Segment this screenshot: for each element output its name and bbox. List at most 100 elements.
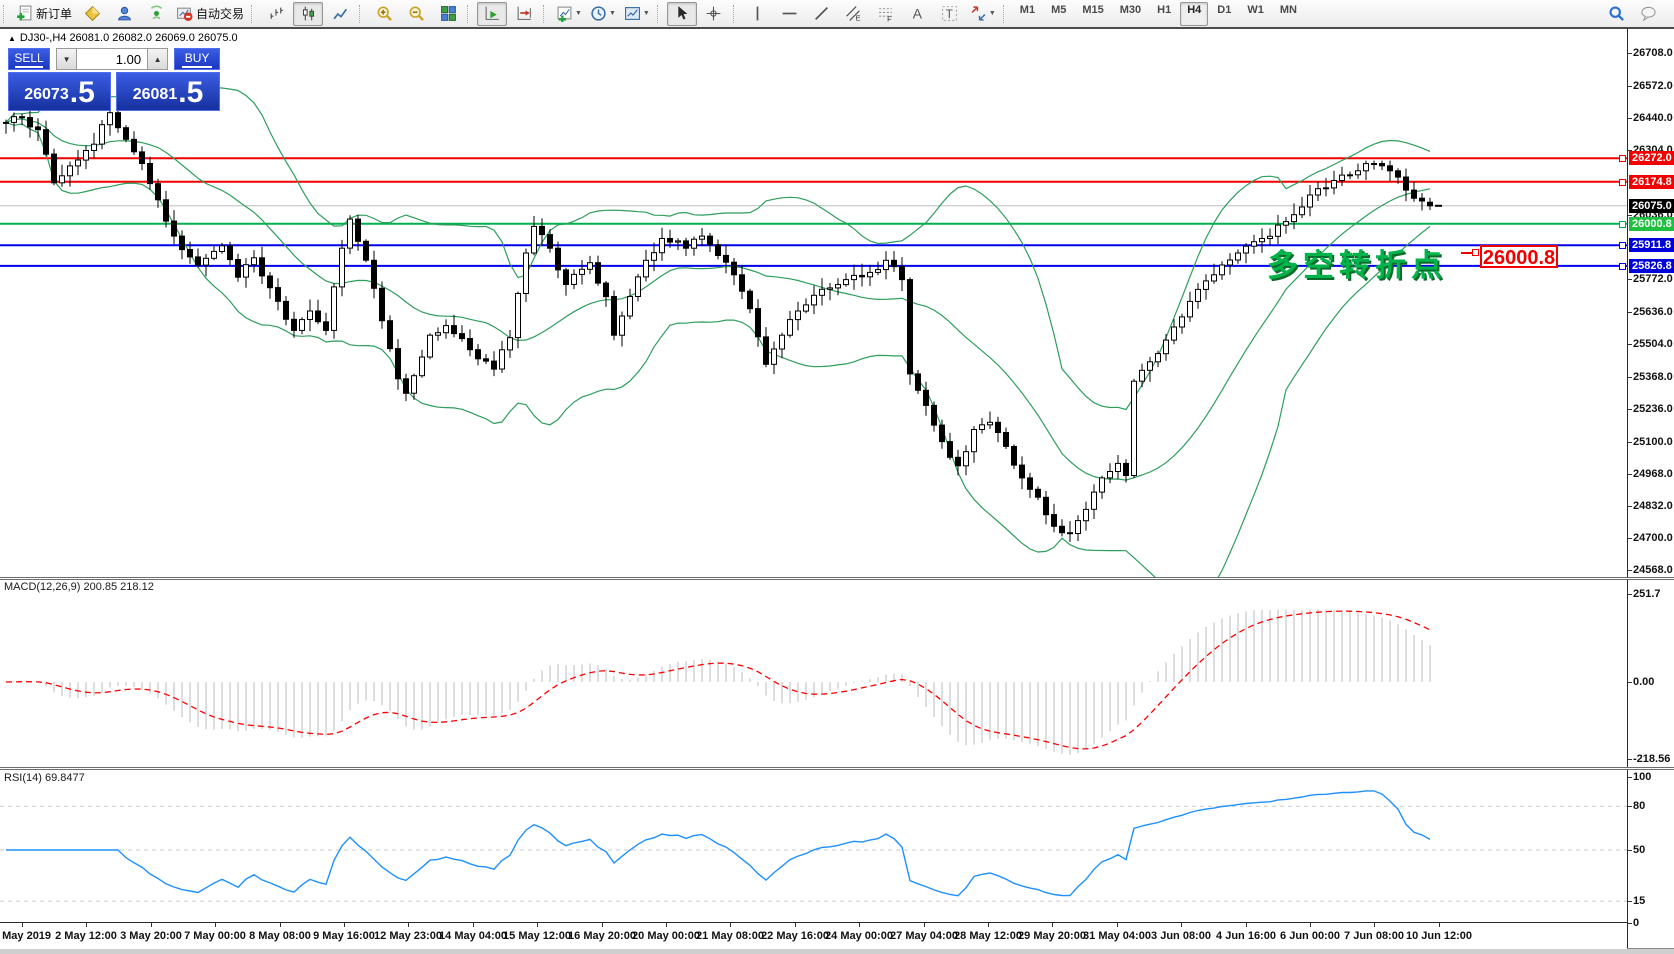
axis-tick — [1628, 901, 1632, 902]
timeframe-w1-button[interactable]: W1 — [1240, 2, 1271, 26]
chevron-down-icon[interactable]: ▼ — [575, 10, 582, 17]
price-axis-label: 25236.0 — [1633, 403, 1673, 415]
timeframe-m15-button[interactable]: M15 — [1075, 2, 1110, 26]
sell-button[interactable]: SELL — [8, 48, 50, 70]
time-axis-label: 12 May 23:00 — [374, 930, 442, 942]
price-callout-box[interactable]: 26000.8 — [1480, 245, 1558, 268]
new-order-button[interactable]: 新订单 — [13, 2, 75, 26]
timeframe-m5-button[interactable]: M5 — [1044, 2, 1073, 26]
line-anchor-square[interactable] — [1619, 242, 1626, 249]
chart-window: ▲DJ30-,H4 26081.0 26082.0 26069.0 26075.… — [0, 29, 1674, 953]
indicators-button[interactable]: ▼ — [553, 2, 585, 26]
chinese-note-annotation[interactable]: 多空转折点 — [1267, 240, 1447, 285]
timeframe-h4-button[interactable]: H4 — [1180, 2, 1208, 26]
timeframe-m1-button[interactable]: M1 — [1013, 2, 1042, 26]
price-tag: 26174.8 — [1629, 175, 1674, 189]
price-axis-label: 25636.0 — [1633, 306, 1673, 318]
axis-tick — [1628, 806, 1632, 807]
main-chart-plot[interactable] — [0, 29, 1627, 578]
chat-button[interactable] — [1633, 2, 1663, 26]
axis-tick — [1628, 759, 1632, 760]
chevron-down-icon[interactable]: ▼ — [609, 10, 616, 17]
vertical-line-button[interactable] — [743, 2, 773, 26]
zoom-out-icon — [408, 5, 425, 22]
search-icon — [1608, 5, 1625, 22]
indicators-icon — [556, 5, 573, 22]
buy-price[interactable]: 26081.5 — [116, 72, 220, 111]
time-axis-label: 3 Jun 08:00 — [1151, 930, 1211, 942]
chevron-down-icon[interactable]: ▼ — [989, 10, 996, 17]
price-tag: 26000.8 — [1629, 217, 1674, 231]
axis-tick — [1628, 594, 1632, 595]
macd-plot[interactable] — [0, 578, 1627, 768]
fibonacci-button[interactable]: F — [871, 2, 901, 26]
axis-tick — [1628, 377, 1632, 378]
axis-tick — [1628, 506, 1632, 507]
tile-windows-button[interactable] — [433, 2, 463, 26]
line-anchor-square[interactable] — [1619, 179, 1626, 186]
trendline-button[interactable] — [807, 2, 837, 26]
auto-scroll-button[interactable] — [477, 2, 507, 26]
line-anchor-square[interactable] — [1619, 263, 1626, 270]
chart-shift-button[interactable] — [509, 2, 539, 26]
svg-text:F: F — [887, 14, 892, 22]
time-axis-label: 8 May 08:00 — [249, 930, 311, 942]
periods-button[interactable]: ▼ — [587, 2, 619, 26]
collapse-arrow-icon[interactable]: ▲ — [8, 34, 16, 43]
metaeditor-button[interactable] — [77, 2, 107, 26]
auto-trading-button[interactable]: 自动交易 — [173, 2, 247, 26]
templates-button[interactable]: ▼ — [621, 2, 653, 26]
timeframe-m30-button[interactable]: M30 — [1113, 2, 1148, 26]
price-axis-label: 24700.0 — [1633, 532, 1673, 544]
text-icon: A — [909, 5, 926, 22]
chevron-down-icon[interactable]: ▼ — [643, 10, 650, 17]
volume-decrease-button[interactable]: ▼ — [56, 48, 77, 70]
chat-icon — [1640, 5, 1657, 22]
time-axis-tick — [1374, 923, 1375, 927]
signals-button[interactable] — [141, 2, 171, 26]
line-anchor-square[interactable] — [1619, 155, 1626, 162]
crosshair-button[interactable] — [699, 2, 729, 26]
volume-input[interactable] — [77, 48, 147, 70]
periods-icon — [590, 5, 607, 22]
macd-label: MACD(12,26,9) 200.85 218.12 — [4, 581, 154, 593]
toolbar-group-grip — [657, 5, 662, 23]
timeframe-h1-button[interactable]: H1 — [1150, 2, 1178, 26]
bar-chart-button[interactable] — [261, 2, 291, 26]
zoom-in-button[interactable] — [369, 2, 399, 26]
line-anchor-square[interactable] — [1619, 221, 1626, 228]
toolbar-group-grip — [3, 5, 8, 23]
volume-increase-button[interactable]: ▲ — [147, 48, 168, 70]
rsi-svg — [0, 770, 1627, 922]
price-axis-label: 25504.0 — [1633, 338, 1673, 350]
text-label-button[interactable]: T — [935, 2, 965, 26]
main-chart-svg — [0, 29, 1627, 578]
pane-separator[interactable] — [0, 767, 1674, 770]
mql5-community-button[interactable] — [109, 2, 139, 26]
search-button[interactable] — [1601, 2, 1631, 26]
fibonacci-icon: F — [877, 5, 894, 22]
cursor-icon — [673, 5, 690, 22]
time-axis-label: 2 May 12:00 — [55, 930, 117, 942]
timeframe-d1-button[interactable]: D1 — [1210, 2, 1238, 26]
horizontal-line-button[interactable] — [775, 2, 805, 26]
sell-price[interactable]: 26073.5 — [8, 72, 111, 111]
pane-separator[interactable] — [0, 577, 1674, 580]
mql5-community-icon — [116, 5, 133, 22]
rsi-plot[interactable] — [0, 770, 1627, 922]
axis-tick — [1628, 538, 1632, 539]
time-axis-label: 22 May 16:00 — [761, 930, 829, 942]
axis-tick — [1628, 344, 1632, 345]
arrows-button[interactable]: ▼ — [967, 2, 999, 26]
price-axis-label: 24968.0 — [1633, 468, 1673, 480]
line-chart-button[interactable] — [325, 2, 355, 26]
text-button[interactable]: A — [903, 2, 933, 26]
buy-button[interactable]: BUY — [174, 48, 220, 70]
zoom-out-button[interactable] — [401, 2, 431, 26]
candlestick-chart-button[interactable] — [293, 2, 323, 26]
timeframe-mn-button[interactable]: MN — [1273, 2, 1304, 26]
time-axis-tick — [1181, 923, 1182, 927]
cursor-button[interactable] — [667, 2, 697, 26]
price-axis-label: 25368.0 — [1633, 371, 1673, 383]
equidistant-channel-button[interactable]: E — [839, 2, 869, 26]
